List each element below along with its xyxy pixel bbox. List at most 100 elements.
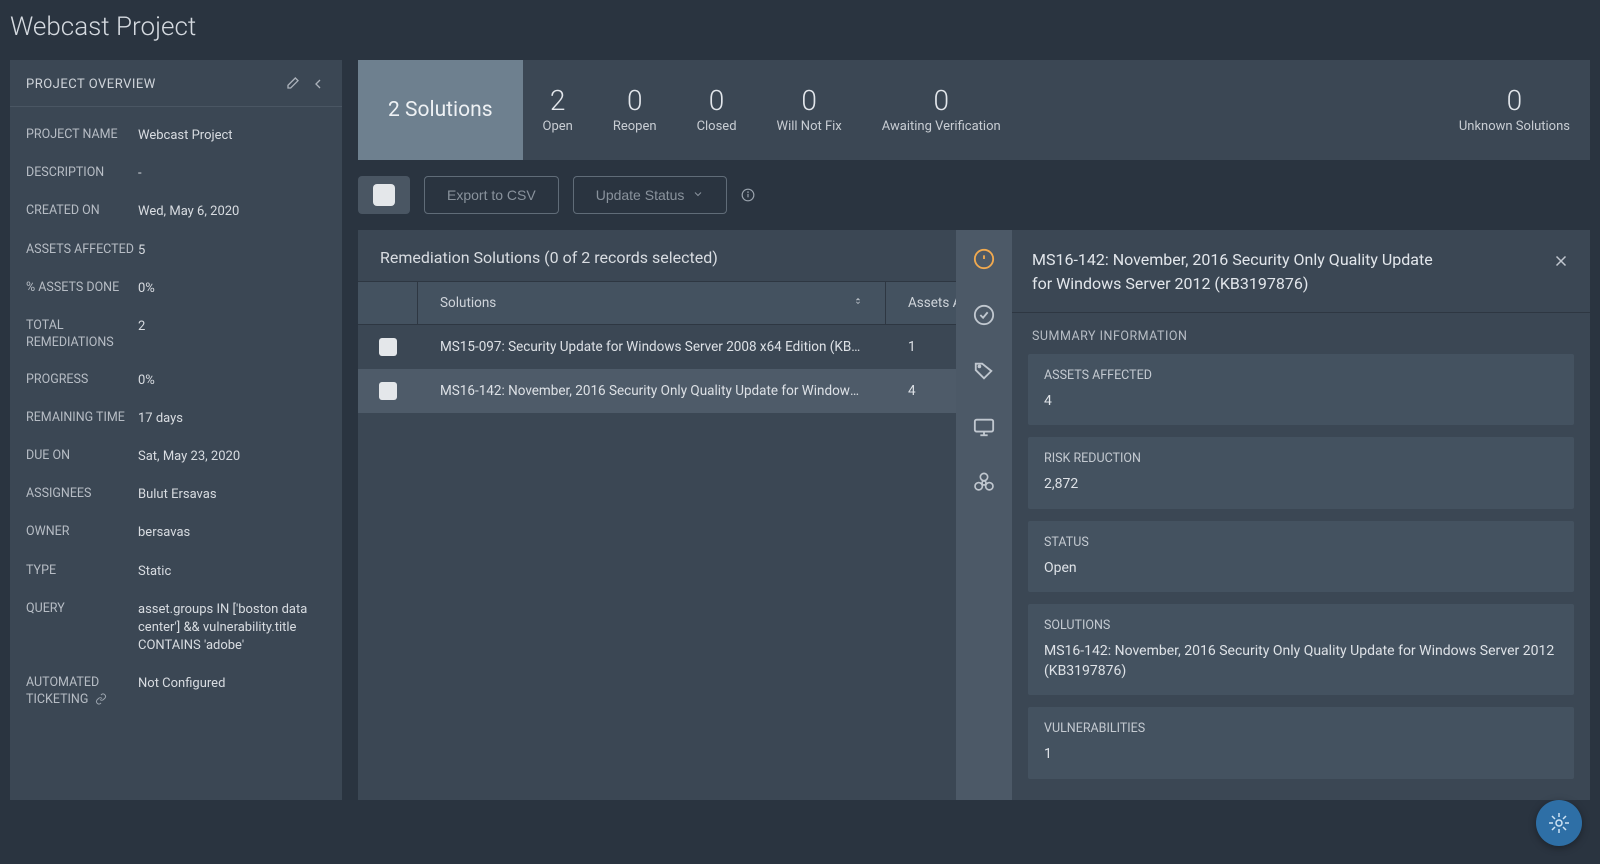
field-total-remediations: TOTAL REMEDIATIONS2 — [26, 308, 326, 362]
project-overview-fields: PROJECT NAMEWebcast Project DESCRIPTION-… — [10, 107, 342, 735]
sort-icon[interactable] — [853, 294, 863, 312]
row-checkbox[interactable] — [379, 382, 397, 400]
card-label: ASSETS AFFECTED — [1044, 368, 1558, 383]
tab-count: 0 — [627, 86, 643, 117]
detail-tab-rail — [956, 230, 1012, 800]
tab-unknown-solutions[interactable]: 0Unknown Solutions — [1439, 60, 1590, 160]
header-solutions-label: Solutions — [440, 295, 496, 311]
field-label: AUTOMATED TICKETING — [26, 675, 138, 709]
table-header-row: Solutions Assets A — [358, 281, 956, 325]
field-label: REMAINING TIME — [26, 410, 138, 427]
tab-count: 0 — [709, 86, 725, 117]
tab-solutions[interactable]: 2 Solutions — [358, 60, 523, 160]
tab-will-not-fix[interactable]: 0Will Not Fix — [757, 60, 862, 160]
biohazard-tab-icon[interactable] — [973, 472, 995, 494]
row-checkbox[interactable] — [379, 338, 397, 356]
field-label: DUE ON — [26, 448, 138, 465]
tab-reopen[interactable]: 0 Reopen — [593, 60, 677, 160]
tab-open[interactable]: 2 Open — [523, 60, 593, 160]
field-label: PROJECT NAME — [26, 127, 138, 144]
field-label: CREATED ON — [26, 203, 138, 220]
tag-tab-icon[interactable] — [973, 360, 995, 382]
tab-label: Reopen — [613, 119, 657, 134]
chevron-down-icon — [692, 187, 704, 203]
card-risk-reduction: RISK REDUCTION 2,872 — [1028, 437, 1574, 508]
field-type: TYPEStatic — [26, 553, 326, 591]
field-value: 0% — [138, 372, 326, 390]
card-status: STATUS Open — [1028, 521, 1574, 592]
field-value: 17 days — [138, 410, 326, 428]
field-assets-affected: ASSETS AFFECTED5 — [26, 232, 326, 270]
table-row[interactable]: MS15-097: Security Update for Windows Se… — [358, 325, 956, 369]
summary-section-label: SUMMARY INFORMATION — [1012, 313, 1590, 354]
collapse-sidebar-icon[interactable] — [310, 76, 326, 92]
tab-awaiting-verification[interactable]: 0 Awaiting Verification — [862, 60, 1021, 160]
field-value: Not Configured — [138, 675, 326, 693]
field-project-name: PROJECT NAMEWebcast Project — [26, 117, 326, 155]
header-solutions[interactable]: Solutions — [418, 282, 886, 324]
tab-closed[interactable]: 0 Closed — [677, 60, 757, 160]
info-icon[interactable] — [741, 188, 755, 202]
field-value: 0% — [138, 280, 326, 298]
field-value: Webcast Project — [138, 127, 326, 145]
card-value: 2,872 — [1044, 474, 1558, 494]
card-value: 1 — [1044, 744, 1558, 764]
tab-label: Closed — [697, 119, 737, 134]
field-value: Sat, May 23, 2020 — [138, 448, 326, 466]
field-percent-assets-done: % ASSETS DONE0% — [26, 270, 326, 308]
card-value: MS16-142: November, 2016 Security Only Q… — [1044, 641, 1558, 682]
tab-label: Will Not Fix — [777, 119, 842, 134]
field-due-on: DUE ONSat, May 23, 2020 — [26, 438, 326, 476]
field-remaining-time: REMAINING TIME17 days — [26, 400, 326, 438]
card-label: RISK REDUCTION — [1044, 451, 1558, 466]
field-value: bersavas — [138, 524, 326, 542]
field-label: ASSETS AFFECTED — [26, 242, 138, 259]
field-description: DESCRIPTION- — [26, 155, 326, 193]
card-value: 4 — [1044, 391, 1558, 411]
card-solutions: SOLUTIONS MS16-142: November, 2016 Secur… — [1028, 604, 1574, 696]
link-icon[interactable] — [95, 692, 107, 709]
field-owner: OWNERbersavas — [26, 514, 326, 552]
field-value: asset.groups IN ['boston data center'] &… — [138, 601, 326, 656]
field-label-text: AUTOMATED TICKETING — [26, 675, 99, 707]
field-label: % ASSETS DONE — [26, 280, 138, 297]
update-status-button[interactable]: Update Status — [573, 176, 728, 214]
field-label: PROGRESS — [26, 372, 138, 389]
field-value: Static — [138, 563, 326, 581]
check-tab-icon[interactable] — [973, 304, 995, 326]
header-assets[interactable]: Assets A — [886, 282, 956, 324]
field-label: TYPE — [26, 563, 138, 580]
header-assets-label: Assets A — [908, 295, 956, 311]
tab-label: Open — [543, 119, 573, 134]
select-all-container — [358, 176, 410, 214]
project-overview-panel: PROJECT OVERVIEW PROJECT NAMEWebcast Pro… — [10, 60, 342, 800]
summary-tab-icon[interactable] — [973, 248, 995, 270]
export-csv-label: Export to CSV — [447, 187, 536, 203]
select-all-checkbox[interactable] — [373, 184, 395, 206]
status-tabs: 2 Solutions 2Open 0Reopen 0Closed 0Will … — [358, 60, 1590, 160]
edit-icon[interactable] — [284, 76, 300, 92]
card-value: Open — [1044, 558, 1558, 578]
row-solution: MS16-142: November, 2016 Security Only Q… — [418, 383, 886, 399]
field-query: QUERYasset.groups IN ['boston data cente… — [26, 591, 326, 666]
monitor-tab-icon[interactable] — [973, 416, 995, 438]
field-label: QUERY — [26, 601, 138, 618]
tab-label: Awaiting Verification — [882, 119, 1001, 134]
card-label: VULNERABILITIES — [1044, 721, 1558, 736]
export-csv-button[interactable]: Export to CSV — [424, 176, 559, 214]
card-vulnerabilities: VULNERABILITIES 1 — [1028, 707, 1574, 778]
tab-label: Unknown Solutions — [1459, 119, 1570, 134]
tab-count: 0 — [933, 86, 949, 117]
table-title: Remediation Solutions (0 of 2 records se… — [358, 230, 956, 281]
help-fab[interactable] — [1536, 800, 1582, 846]
close-detail-icon[interactable] — [1552, 248, 1570, 274]
solutions-table: Remediation Solutions (0 of 2 records se… — [358, 230, 956, 800]
field-label: TOTAL REMEDIATIONS — [26, 318, 138, 352]
field-value: Bulut Ersavas — [138, 486, 326, 504]
field-label: OWNER — [26, 524, 138, 541]
field-label: DESCRIPTION — [26, 165, 138, 182]
row-solution: MS15-097: Security Update for Windows Se… — [418, 339, 886, 355]
tab-solutions-label: 2 Solutions — [388, 60, 493, 160]
tab-count: 2 — [550, 86, 566, 117]
table-row[interactable]: MS16-142: November, 2016 Security Only Q… — [358, 369, 956, 413]
